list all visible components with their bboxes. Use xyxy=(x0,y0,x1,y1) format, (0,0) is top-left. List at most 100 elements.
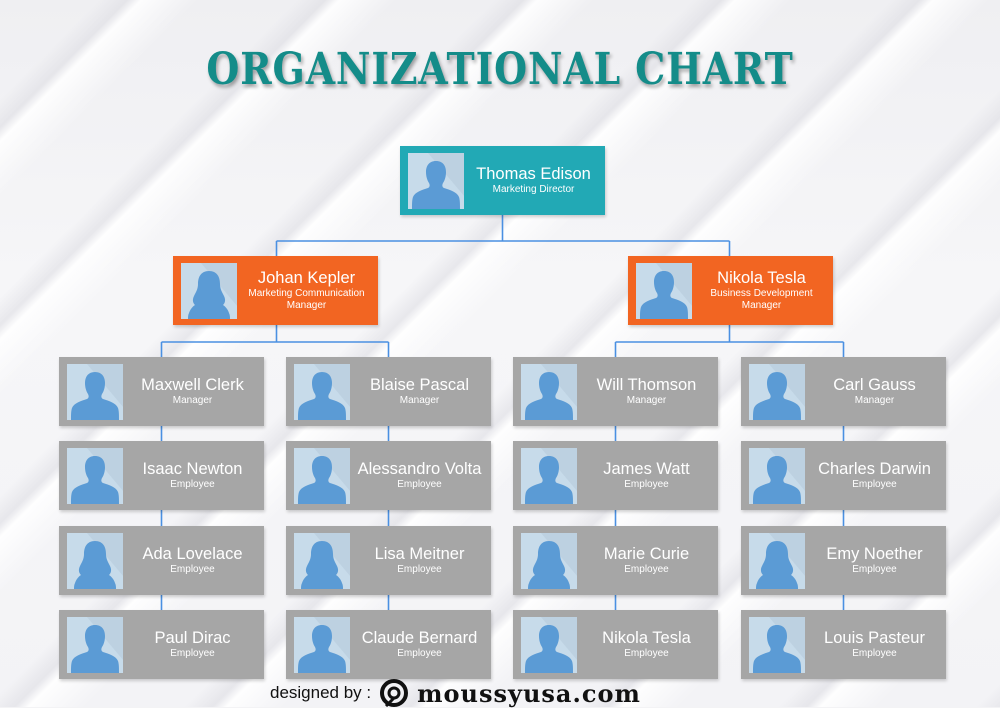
female-avatar-icon xyxy=(188,271,230,319)
avatar xyxy=(521,364,577,420)
employee-card[interactable]: Louis Pasteur Employee xyxy=(741,610,946,679)
person-role: Employee xyxy=(170,647,215,659)
employee-card[interactable]: Lisa Meitner Employee xyxy=(286,526,491,595)
employee-card[interactable]: Alessandro Volta Employee xyxy=(286,441,491,510)
avatar xyxy=(294,533,350,589)
card-text: Nikola Tesla Employee xyxy=(579,610,714,679)
person-name: Will Thomson xyxy=(596,375,697,394)
card-text: Nikola Tesla Business Development Manager xyxy=(694,256,829,325)
avatar xyxy=(636,263,692,319)
male-avatar-icon xyxy=(525,372,573,420)
footer: designed by : moussyusa.com xyxy=(270,678,641,708)
person-name: Isaac Newton xyxy=(142,459,243,478)
avatar xyxy=(294,364,350,420)
avatar xyxy=(67,448,123,504)
person-name: Claude Bernard xyxy=(361,628,478,647)
card-text: Alessandro Volta Employee xyxy=(352,441,487,510)
card-text: Blaise Pascal Manager xyxy=(352,357,487,426)
female-avatar-icon xyxy=(756,541,798,589)
employee-card[interactable]: Nikola Tesla Employee xyxy=(513,610,718,679)
avatar xyxy=(294,617,350,673)
person-role: Employee xyxy=(624,478,669,490)
person-role: Employee xyxy=(170,563,215,575)
person-name: Maxwell Clerk xyxy=(141,375,244,394)
male-avatar-icon xyxy=(525,456,573,504)
person-name: Nikola Tesla xyxy=(717,268,806,287)
employee-card[interactable]: Ada Lovelace Employee xyxy=(59,526,264,595)
person-role: Marketing Communication Manager xyxy=(248,287,365,312)
lead-card[interactable]: Nikola Tesla Business Development Manager xyxy=(628,256,833,325)
male-avatar-icon xyxy=(71,625,119,673)
employee-card[interactable]: Charles Darwin Employee xyxy=(741,441,946,510)
manager-card[interactable]: Maxwell Clerk Manager xyxy=(59,357,264,426)
male-avatar-icon xyxy=(298,456,346,504)
person-role: Employee xyxy=(397,647,442,659)
male-avatar-icon xyxy=(412,161,460,209)
avatar xyxy=(294,448,350,504)
card-text: Paul Dirac Employee xyxy=(125,610,260,679)
card-text: Thomas Edison Marketing Director xyxy=(466,146,601,215)
person-role: Employee xyxy=(852,478,897,490)
male-avatar-icon xyxy=(71,456,119,504)
brand-name: moussyusa.com xyxy=(417,678,641,708)
person-role: Employee xyxy=(397,478,442,490)
avatar xyxy=(408,153,464,209)
female-avatar-icon xyxy=(528,541,570,589)
person-name: Charles Darwin xyxy=(818,459,931,478)
avatar xyxy=(521,448,577,504)
avatar xyxy=(749,533,805,589)
male-avatar-icon xyxy=(298,625,346,673)
person-role: Marketing Director xyxy=(492,183,575,195)
connector-lines xyxy=(160,215,845,610)
male-avatar-icon xyxy=(753,456,801,504)
avatar xyxy=(67,617,123,673)
person-name: Carl Gauss xyxy=(833,375,916,394)
person-role: Business Development Manager xyxy=(710,287,813,312)
employee-card[interactable]: Marie Curie Employee xyxy=(513,526,718,595)
employee-card[interactable]: Claude Bernard Employee xyxy=(286,610,491,679)
avatar xyxy=(181,263,237,319)
person-name: Emy Noether xyxy=(826,544,923,563)
person-role: Employee xyxy=(852,563,897,575)
person-role: Employee xyxy=(624,563,669,575)
person-name: Nikola Tesla xyxy=(602,628,691,647)
male-avatar-icon xyxy=(753,372,801,420)
card-text: Johan Kepler Marketing Communication Mana… xyxy=(239,256,374,325)
male-avatar-icon xyxy=(298,372,346,420)
person-name: James Watt xyxy=(603,459,690,478)
person-name: Lisa Meitner xyxy=(374,544,465,563)
avatar xyxy=(521,617,577,673)
card-text: Ada Lovelace Employee xyxy=(125,526,260,595)
employee-card[interactable]: Emy Noether Employee xyxy=(741,526,946,595)
avatar xyxy=(521,533,577,589)
manager-card[interactable]: Blaise Pascal Manager xyxy=(286,357,491,426)
person-name: Blaise Pascal xyxy=(369,375,470,394)
person-role: Manager xyxy=(172,394,213,406)
card-text: Claude Bernard Employee xyxy=(352,610,487,679)
card-text: Will Thomson Manager xyxy=(579,357,714,426)
person-name: Paul Dirac xyxy=(154,628,231,647)
person-role: Employee xyxy=(170,478,215,490)
manager-card[interactable]: Will Thomson Manager xyxy=(513,357,718,426)
person-name: Ada Lovelace xyxy=(142,544,243,563)
moussyusa-logo-icon xyxy=(380,679,409,707)
card-text: Charles Darwin Employee xyxy=(807,441,942,510)
card-text: Emy Noether Employee xyxy=(807,526,942,595)
manager-card[interactable]: Carl Gauss Manager xyxy=(741,357,946,426)
male-avatar-icon xyxy=(640,271,688,319)
person-role: Manager xyxy=(854,394,895,406)
card-text: Marie Curie Employee xyxy=(579,526,714,595)
lead-card[interactable]: Johan Kepler Marketing Communication Mana… xyxy=(173,256,378,325)
avatar xyxy=(67,533,123,589)
male-avatar-icon xyxy=(753,625,801,673)
person-name: Alessandro Volta xyxy=(357,459,482,478)
employee-card[interactable]: Paul Dirac Employee xyxy=(59,610,264,679)
employee-card[interactable]: James Watt Employee xyxy=(513,441,718,510)
person-name: Marie Curie xyxy=(603,544,690,563)
avatar xyxy=(749,448,805,504)
male-avatar-icon xyxy=(71,372,119,420)
avatar xyxy=(67,364,123,420)
director-card[interactable]: Thomas Edison Marketing Director xyxy=(400,146,605,215)
employee-card[interactable]: Isaac Newton Employee xyxy=(59,441,264,510)
person-role: Employee xyxy=(852,647,897,659)
